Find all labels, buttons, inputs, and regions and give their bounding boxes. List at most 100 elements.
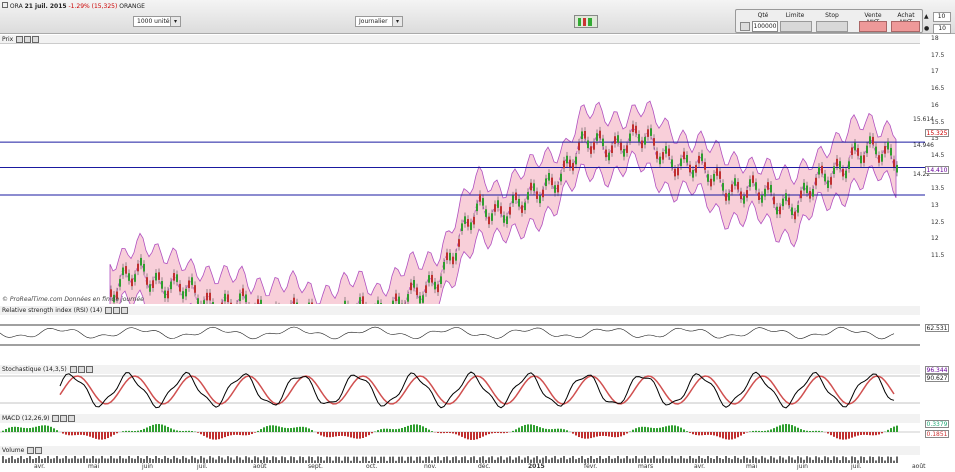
price-chart[interactable] [0,44,925,304]
volume-bar [686,458,688,463]
volume-bar [224,459,226,463]
qty-field[interactable]: 100000 [752,21,778,32]
macd-histogram-bar [176,430,178,432]
side-value-2[interactable]: 10 [933,24,952,34]
window-icon[interactable] [27,447,35,454]
candle [197,298,199,304]
macd-histogram-bar [209,432,211,439]
candle [857,148,859,156]
month-label: déc. [478,463,491,470]
candle [422,295,424,303]
period-select[interactable]: Journalier ▾ [355,16,403,27]
macd-histogram-bar [674,425,676,432]
macd-histogram-bar [53,428,55,432]
volume-bar [521,459,523,463]
chevron-down-icon[interactable]: ▾ [170,17,180,26]
volume-bar [812,459,814,463]
volume-chart[interactable] [0,455,925,463]
macd-histogram-bar [260,429,262,432]
volume-bar [758,459,760,463]
candle [344,300,346,304]
macd-histogram-bar [530,424,532,432]
candle [728,192,730,201]
candle [641,140,643,149]
macd-histogram-bar [497,432,499,434]
candle [380,303,382,304]
volume-bar [11,456,13,463]
side-value-1[interactable]: 10 [932,12,951,22]
month-label: juil. [851,463,862,470]
settings-icon[interactable] [740,22,750,31]
macd-histogram-bar [827,432,829,434]
macd-histogram-bar [254,432,256,433]
close-icon[interactable] [35,447,43,454]
bollinger-band [109,100,897,304]
symbol-icon[interactable] [2,2,8,8]
limit-button[interactable] [780,21,812,32]
candle [575,156,577,165]
volume-bar [125,458,127,463]
month-label: mai [746,463,758,470]
buy-mkt-button[interactable] [891,21,920,32]
volume-bar [599,456,601,463]
macd-histogram-bar [521,426,523,432]
macd-histogram-bar [830,432,832,436]
macd-histogram-bar [593,432,595,438]
window-icon[interactable] [16,36,24,43]
macd-histogram-bar [26,428,28,432]
candle [695,165,697,173]
close-icon[interactable] [24,36,32,43]
month-label: août [253,463,267,470]
settings-icon[interactable] [121,307,129,314]
macd-histogram-bar [419,425,421,432]
sell-mkt-button[interactable] [859,21,887,32]
macd-histogram-bar [512,430,514,432]
chevron-down-icon[interactable]: ▾ [392,17,402,26]
candle [650,128,652,136]
volume-bar [764,457,766,463]
macd-histogram-bar [743,432,745,434]
month-label: juin [797,463,808,470]
volume-bar [116,458,118,463]
units-select[interactable]: 1000 unités ▾ [133,16,181,27]
symbol[interactable]: ORA [10,3,23,10]
macd-chart[interactable] [0,419,925,445]
macd-histogram-bar [737,432,739,438]
candle [191,277,193,285]
volume-bar [770,456,772,463]
candle [791,207,793,216]
candle [449,252,451,261]
candle [635,125,637,134]
volume-bar [23,459,25,463]
volume-bar [101,456,103,463]
stop-button[interactable] [816,21,848,32]
candle [245,294,247,303]
candle [563,160,565,169]
macd-histogram-bar [563,429,565,432]
price-tick-label: 13 [931,202,939,209]
volume-bar [674,458,676,463]
rsi-chart[interactable] [0,315,925,363]
volume-bar [404,460,406,463]
volume-bar [74,456,76,463]
window-icon[interactable] [105,307,113,314]
volume-bar [839,460,841,463]
stochastic-chart[interactable] [0,368,925,413]
candle [539,195,541,204]
chart-type-button[interactable] [574,15,598,28]
volume-bar [182,456,184,463]
candle [128,273,130,281]
macd-histogram-bar [134,430,136,432]
macd-histogram-bar [284,427,286,432]
volume-bar [605,458,607,463]
volume-bar [2,456,4,463]
macd-histogram-bar [770,429,772,432]
volume-bar [113,458,115,463]
macd-histogram-bar [302,426,304,432]
month-label: oct. [366,463,378,470]
settings-icon[interactable] [32,36,40,43]
close-icon[interactable] [113,307,121,314]
candle [851,147,853,156]
macd-histogram-bar [689,432,691,433]
candle [164,290,166,299]
